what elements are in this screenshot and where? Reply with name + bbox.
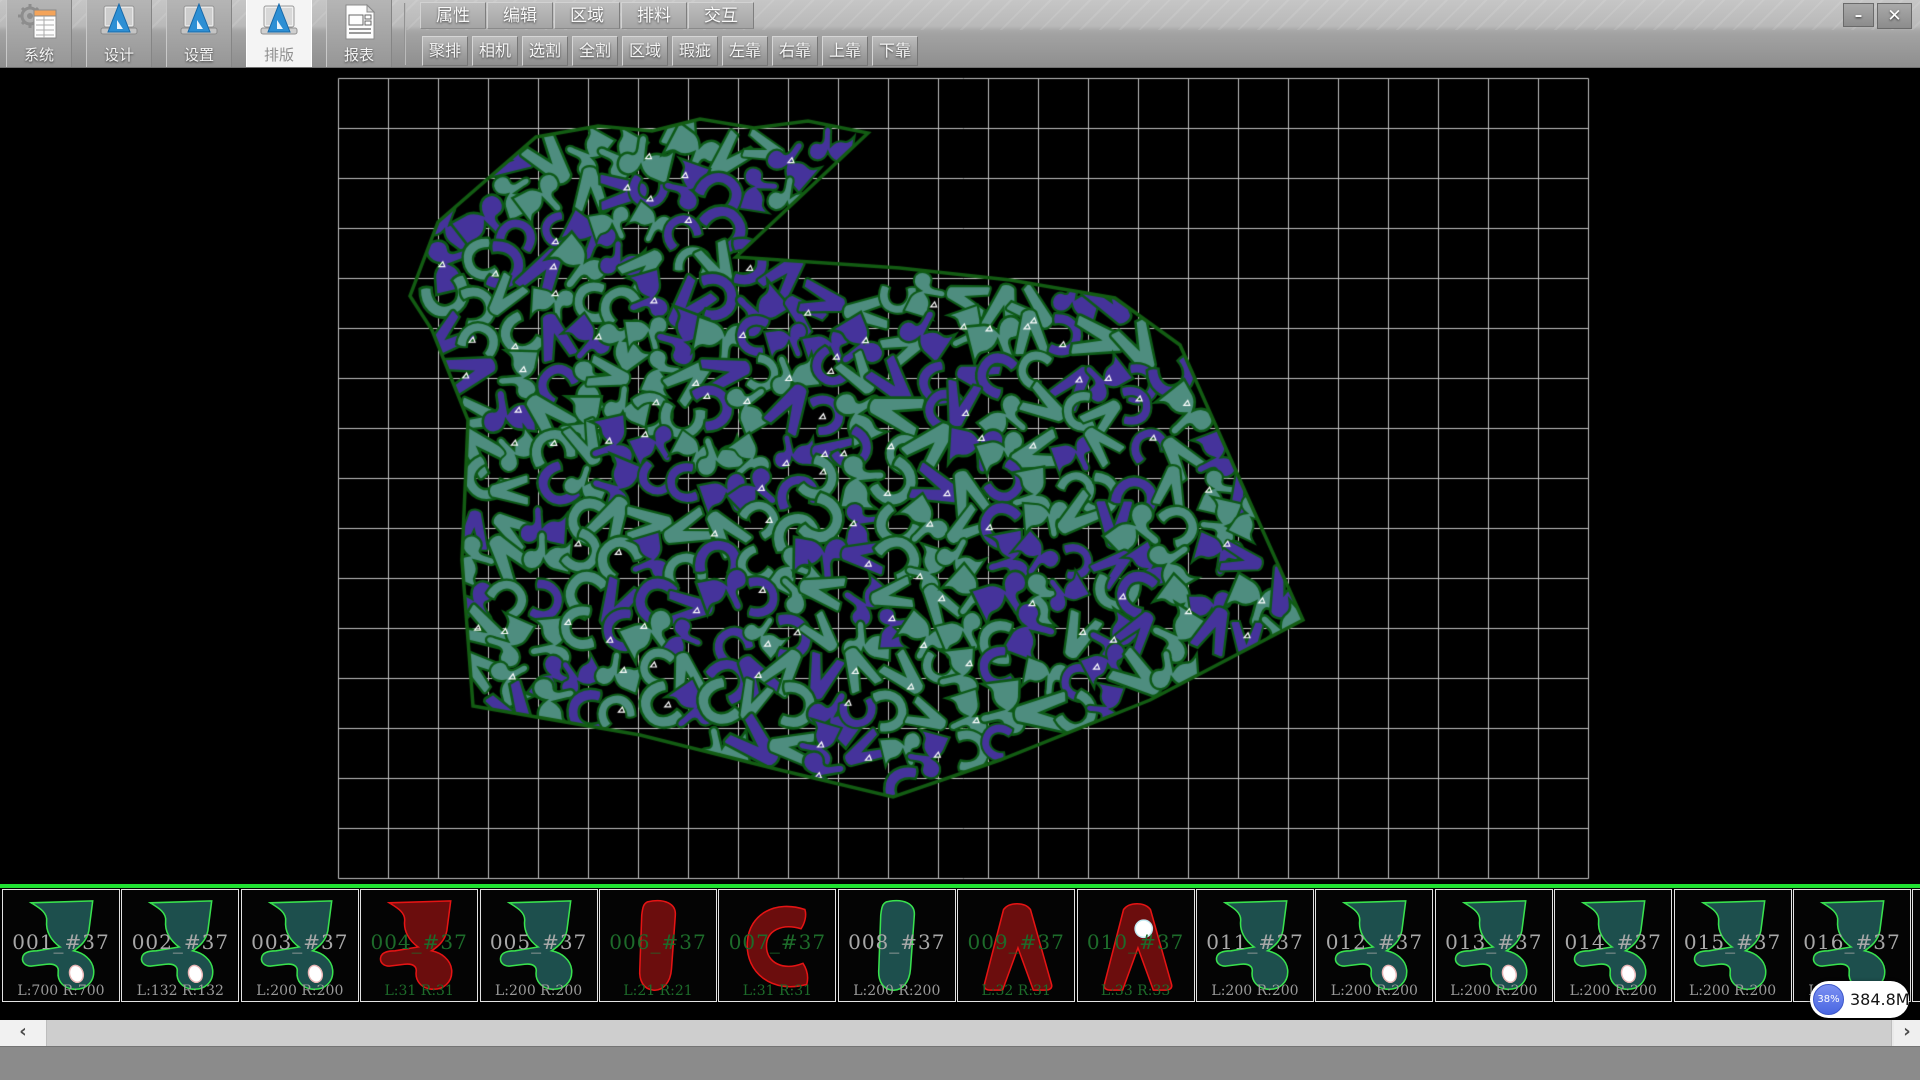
piece-id: 013_#37 — [1436, 930, 1552, 954]
piece-lr-count: L:200 R:200 — [242, 983, 358, 999]
piece-id: 006_#37 — [600, 930, 716, 954]
piece-lr-count: L:200 R:200 — [1555, 983, 1671, 999]
piece-id: 004_#37 — [361, 930, 477, 954]
tool-button-4[interactable]: 全割 — [572, 36, 618, 66]
memory-percent-indicator: 38% — [1813, 984, 1844, 1015]
thumbnail-cell[interactable]: 012_#37 L:200 R:200 — [1315, 889, 1433, 1002]
ribbon-button-settings[interactable]: 设置 — [166, 0, 232, 67]
thumbnail-cell[interactable]: 014_#37 L:200 R:200 — [1554, 889, 1672, 1002]
tool-button-8[interactable]: 右靠 — [772, 36, 818, 66]
toolbar-separator — [404, 3, 406, 65]
ribbon-button-layout-active[interactable]: 排版 — [246, 0, 312, 67]
report-document-icon — [337, 3, 381, 47]
ribbon-button-report[interactable]: 报表 — [326, 0, 392, 67]
piece-lr-count: L:700 R:700 — [3, 983, 119, 999]
tool-button-7[interactable]: 左靠 — [722, 36, 768, 66]
thumbnail-cell[interactable]: 002_#37 L:132 R:132 — [121, 889, 239, 1002]
ribbon-button-label: 设计 — [87, 44, 151, 65]
menu-tab-1[interactable]: 属性 — [420, 2, 486, 29]
scroll-right-button[interactable]: › — [1894, 1020, 1920, 1046]
thumbnail-cell[interactable]: 007_#37 L:31 R:31 — [718, 889, 836, 1002]
piece-lr-count: L:21 R:21 — [600, 983, 716, 999]
tool-button-6[interactable]: 瑕疵 — [672, 36, 718, 66]
memory-value: 384.8M — [1850, 981, 1910, 1018]
status-bar — [0, 1046, 1920, 1080]
piece-id: 015_#37 — [1675, 930, 1791, 954]
thumbnail-cell[interactable]: 011_#37 L:200 R:200 — [1196, 889, 1314, 1002]
thumbnail-cell[interactable]: 005_#37 L:200 R:200 — [480, 889, 598, 1002]
piece-lr-count: L:200 R:200 — [839, 983, 955, 999]
piece-id: 007_#37 — [719, 930, 835, 954]
piece-lr-count: L:200 R:200 — [1197, 983, 1313, 999]
chevron-left-icon: ‹ — [19, 1021, 26, 1042]
tool-button-3[interactable]: 选割 — [522, 36, 568, 66]
piece-lr-count: L:33 R:33 — [1078, 983, 1194, 999]
piece-id: 005_#37 — [481, 930, 597, 954]
tool-button-9[interactable]: 上靠 — [822, 36, 868, 66]
piece-thumbnail-strip: 001_#37 L:700 R:700 002_#37 L:132 R:132 00… — [0, 888, 1920, 1020]
piece-lr-count: L:200 R:200 — [1436, 983, 1552, 999]
ribbon-button-label: 系统 — [7, 44, 71, 65]
tool-button-5[interactable]: 区域 — [622, 36, 668, 66]
piece-lr-count: L:200 R:200 — [1913, 983, 1920, 999]
piece-id: 001_#37 — [3, 930, 119, 954]
scrollbar-thumb[interactable] — [46, 1020, 1892, 1046]
menu-tab-5[interactable]: 交互 — [688, 2, 754, 29]
piece-lr-count: L:31 R:31 — [719, 983, 835, 999]
piece-id: 014_#37 — [1555, 930, 1671, 954]
settings-ruler-icon — [177, 3, 221, 47]
thumbnail-cell[interactable]: 004_#37 L:31 R:31 — [360, 889, 478, 1002]
main-toolbar: 系统 设计 设置 — [0, 0, 1920, 68]
piece-id: 017_#37 — [1913, 930, 1920, 954]
thumbnail-cell[interactable]: 015_#37 L:200 R:200 — [1674, 889, 1792, 1002]
piece-id: 008_#37 — [839, 930, 955, 954]
close-icon: ✕ — [1887, 6, 1901, 26]
piece-id: 016_#37 — [1794, 930, 1910, 954]
horizontal-scrollbar[interactable]: ‹ › — [0, 1020, 1920, 1046]
nesting-canvas[interactable] — [0, 68, 1920, 884]
scroll-left-button[interactable]: ‹ — [0, 1020, 46, 1046]
ribbon-button-design[interactable]: 设计 — [86, 0, 152, 67]
minimize-button[interactable]: – — [1843, 3, 1874, 27]
thumbnail-cell[interactable]: 008_#37 L:200 R:200 — [838, 889, 956, 1002]
piece-id: 003_#37 — [242, 930, 358, 954]
tool-button-2[interactable]: 相机 — [472, 36, 518, 66]
tool-button-1[interactable]: 聚排 — [422, 36, 468, 66]
layout-ruler-icon — [257, 3, 301, 47]
menu-tab-2[interactable]: 编辑 — [487, 2, 553, 29]
thumbnail-cell[interactable]: 006_#37 L:21 R:21 — [599, 889, 717, 1002]
menu-tab-3[interactable]: 区域 — [554, 2, 620, 29]
thumbnail-cell[interactable]: 001_#37 L:700 R:700 — [2, 889, 120, 1002]
piece-lr-count: L:200 R:200 — [1675, 983, 1791, 999]
ribbon-button-label: 排版 — [247, 44, 311, 65]
close-button[interactable]: ✕ — [1877, 3, 1912, 29]
piece-lr-count: L:32 R:31 — [958, 983, 1074, 999]
menu-tab-4[interactable]: 排料 — [621, 2, 687, 29]
piece-id: 009_#37 — [958, 930, 1074, 954]
ribbon-button-label: 设置 — [167, 44, 231, 65]
ribbon-button-label: 报表 — [327, 44, 391, 65]
piece-id: 002_#37 — [122, 930, 238, 954]
thumbnail-cell[interactable]: 013_#37 L:200 R:200 — [1435, 889, 1553, 1002]
minimize-icon: – — [1855, 6, 1863, 24]
memory-badge: 38% 384.8M — [1810, 981, 1909, 1018]
piece-lr-count: L:200 R:200 — [481, 983, 597, 999]
chevron-right-icon: › — [1903, 1021, 1910, 1042]
piece-id: 010_#37 — [1078, 930, 1194, 954]
piece-id: 011_#37 — [1197, 930, 1313, 954]
tool-button-10[interactable]: 下靠 — [872, 36, 918, 66]
thumbnail-cell[interactable]: 017_#37 L:200 R:200 — [1912, 889, 1920, 1002]
ribbon-button-system[interactable]: 系统 — [6, 0, 72, 67]
piece-id: 012_#37 — [1316, 930, 1432, 954]
thumbnail-cell[interactable]: 009_#37 L:32 R:31 — [957, 889, 1075, 1002]
thumbnail-cell[interactable]: 010_#37 L:33 R:33 — [1077, 889, 1195, 1002]
piece-lr-count: L:200 R:200 — [1316, 983, 1432, 999]
thumbnail-cell[interactable]: 003_#37 L:200 R:200 — [241, 889, 359, 1002]
design-ruler-icon — [97, 3, 141, 47]
piece-lr-count: L:132 R:132 — [122, 983, 238, 999]
piece-lr-count: L:31 R:31 — [361, 983, 477, 999]
system-gear-icon — [17, 3, 61, 47]
